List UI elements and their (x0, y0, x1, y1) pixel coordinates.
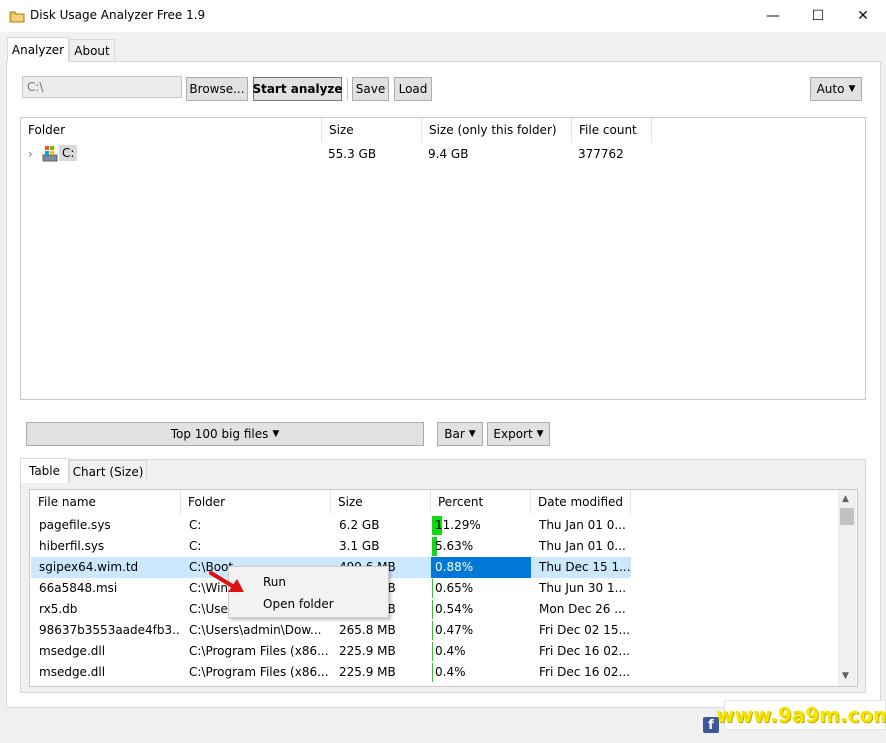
cell-date: Thu Jan 01 0... (539, 518, 626, 532)
header-size[interactable]: Size (322, 118, 422, 142)
tree-root-own-size: 9.4 GB (428, 147, 469, 161)
folder-tree[interactable]: Folder Size Size (only this folder) File… (20, 117, 866, 400)
table-row[interactable]: msedge.dll C:\Program Files (x86... 225.9 … (31, 662, 631, 683)
start-analyze-button[interactable]: Start analyze (252, 77, 343, 101)
percent-bar (432, 663, 433, 682)
caret-down-icon: ▼ (848, 84, 856, 94)
scroll-down-icon[interactable]: ▼ (842, 671, 849, 681)
cell-date: Fri Dec 16 02... (539, 644, 630, 658)
drive-icon (42, 146, 58, 162)
toolbar-separator (347, 78, 348, 100)
cell-percent: 0.54% (435, 602, 474, 616)
cell-name: 66a5848.msi (39, 581, 118, 595)
tab-about[interactable]: About (69, 39, 115, 61)
percent-bar (432, 621, 433, 640)
cell-percent: 0.4% (435, 644, 466, 658)
bar-label: Bar (444, 427, 465, 441)
table-row[interactable]: msedge.dll C:\Program Files (x86... 225.9 … (31, 641, 631, 662)
tab-table[interactable]: Table (20, 458, 69, 483)
scroll-up-icon[interactable]: ▲ (842, 494, 849, 504)
cell-date: Mon Dec 26 ... (539, 602, 626, 616)
cell-folder: C:\Program Files (x86... (189, 665, 329, 679)
cell-folder: C:\Users\admin\Dow... (189, 623, 322, 637)
cell-percent: 0.47% (435, 623, 474, 637)
path-input[interactable]: C:\ (22, 76, 182, 98)
table-row[interactable]: 98637b3553aade4fb3... C:\Users\admin\Dow.… (31, 620, 631, 641)
big-files-table[interactable]: File name Folder Size Percent Date modif… (29, 489, 858, 687)
menu-item-open-folder[interactable]: Open folder (263, 597, 334, 611)
cell-size: 6.2 GB (339, 518, 380, 532)
cell-percent: 5.63% (435, 539, 474, 553)
table-row[interactable]: hiberfil.sys C: 3.1 GB 5.63% Thu Jan 01 0... (31, 536, 631, 557)
bar-dropdown[interactable]: Bar ▼ (437, 422, 483, 446)
close-icon: ✕ (857, 8, 869, 24)
top-100-label: Top 100 big files (170, 427, 269, 441)
scrollbar-thumb[interactable] (840, 508, 854, 525)
cell-date: Thu Jan 01 0... (539, 539, 626, 553)
auto-dropdown[interactable]: Auto ▼ (810, 77, 862, 101)
export-label: Export (493, 427, 533, 441)
context-menu: Run Open folder (228, 566, 389, 618)
caret-down-icon: ▼ (536, 429, 544, 439)
percent-bar (432, 642, 433, 661)
header-file-count[interactable]: File count (572, 118, 652, 142)
caret-down-icon: ▼ (272, 429, 280, 439)
table-row[interactable]: pagefile.sys C: 6.2 GB 11.29% Thu Jan 01 0..… (31, 515, 631, 536)
cell-date: Fri Dec 02 15... (539, 623, 630, 637)
tree-root-name[interactable]: C: (59, 145, 78, 161)
browse-button[interactable]: Browse... (186, 77, 248, 101)
cell-name: sgipex64.wim.td (39, 560, 139, 574)
cell-percent: 11.29% (435, 518, 481, 532)
red-arrow-icon (209, 571, 244, 592)
cell-folder: C: (189, 518, 202, 532)
cell-size: 225.9 MB (339, 665, 396, 679)
app-folder-icon (9, 11, 25, 23)
close-button[interactable]: ✕ (840, 0, 886, 32)
cell-date: Thu Jun 30 1... (539, 581, 627, 595)
cell-name: 98637b3553aade4fb3... (39, 623, 179, 637)
maximize-icon: ☐ (811, 8, 825, 24)
cell-size: 3.1 GB (339, 539, 380, 553)
header-date-modified[interactable]: Date modified (531, 490, 631, 514)
tree-root-file-count: 377762 (578, 147, 624, 161)
header-file-name[interactable]: File name (31, 490, 181, 514)
cell-name: msedge.dll (39, 665, 106, 679)
cell-percent: 0.4% (435, 665, 466, 679)
percent-bar (432, 600, 433, 619)
cell-name: pagefile.sys (39, 518, 111, 532)
cell-name: msedge.dll (39, 644, 106, 658)
header-own-size[interactable]: Size (only this folder) (422, 118, 572, 142)
cell-name: hiberfil.sys (39, 539, 105, 553)
minimize-icon: — (766, 8, 780, 24)
cell-date: Fri Dec 16 02... (539, 665, 630, 679)
top-100-dropdown[interactable]: Top 100 big files ▼ (26, 422, 424, 446)
auto-label: Auto (816, 82, 845, 96)
minimize-button[interactable]: — (750, 0, 796, 32)
cell-percent: 0.88% (435, 560, 474, 574)
header-percent[interactable]: Percent (431, 490, 531, 514)
percent-bar (432, 579, 433, 598)
cell-name: rx5.db (39, 602, 78, 616)
tab-analyzer[interactable]: Analyzer (7, 37, 69, 62)
expand-chevron-icon[interactable]: › (28, 147, 33, 161)
cell-folder: C: (189, 539, 202, 553)
cell-date: Thu Dec 15 1... (539, 560, 631, 574)
load-button[interactable]: Load (394, 77, 432, 101)
tab-chart-size[interactable]: Chart (Size) (69, 460, 147, 482)
window-title: Disk Usage Analyzer Free 1.9 (30, 8, 206, 22)
cell-percent: 0.65% (435, 581, 474, 595)
cell-size: 225.9 MB (339, 644, 396, 658)
export-dropdown[interactable]: Export ▼ (487, 422, 550, 446)
caret-down-icon: ▼ (468, 429, 476, 439)
header-size[interactable]: Size (331, 490, 431, 514)
tree-root-size: 55.3 GB (328, 147, 377, 161)
menu-item-run[interactable]: Run (263, 575, 286, 589)
header-folder[interactable]: Folder (21, 118, 322, 142)
cell-size: 265.8 MB (339, 623, 396, 637)
maximize-button[interactable]: ☐ (795, 0, 841, 32)
cell-folder: C:\Program Files (x86... (189, 644, 329, 658)
header-folder[interactable]: Folder (181, 490, 331, 514)
watermark: www.9a9m.com (716, 700, 886, 730)
save-button[interactable]: Save (352, 77, 389, 101)
